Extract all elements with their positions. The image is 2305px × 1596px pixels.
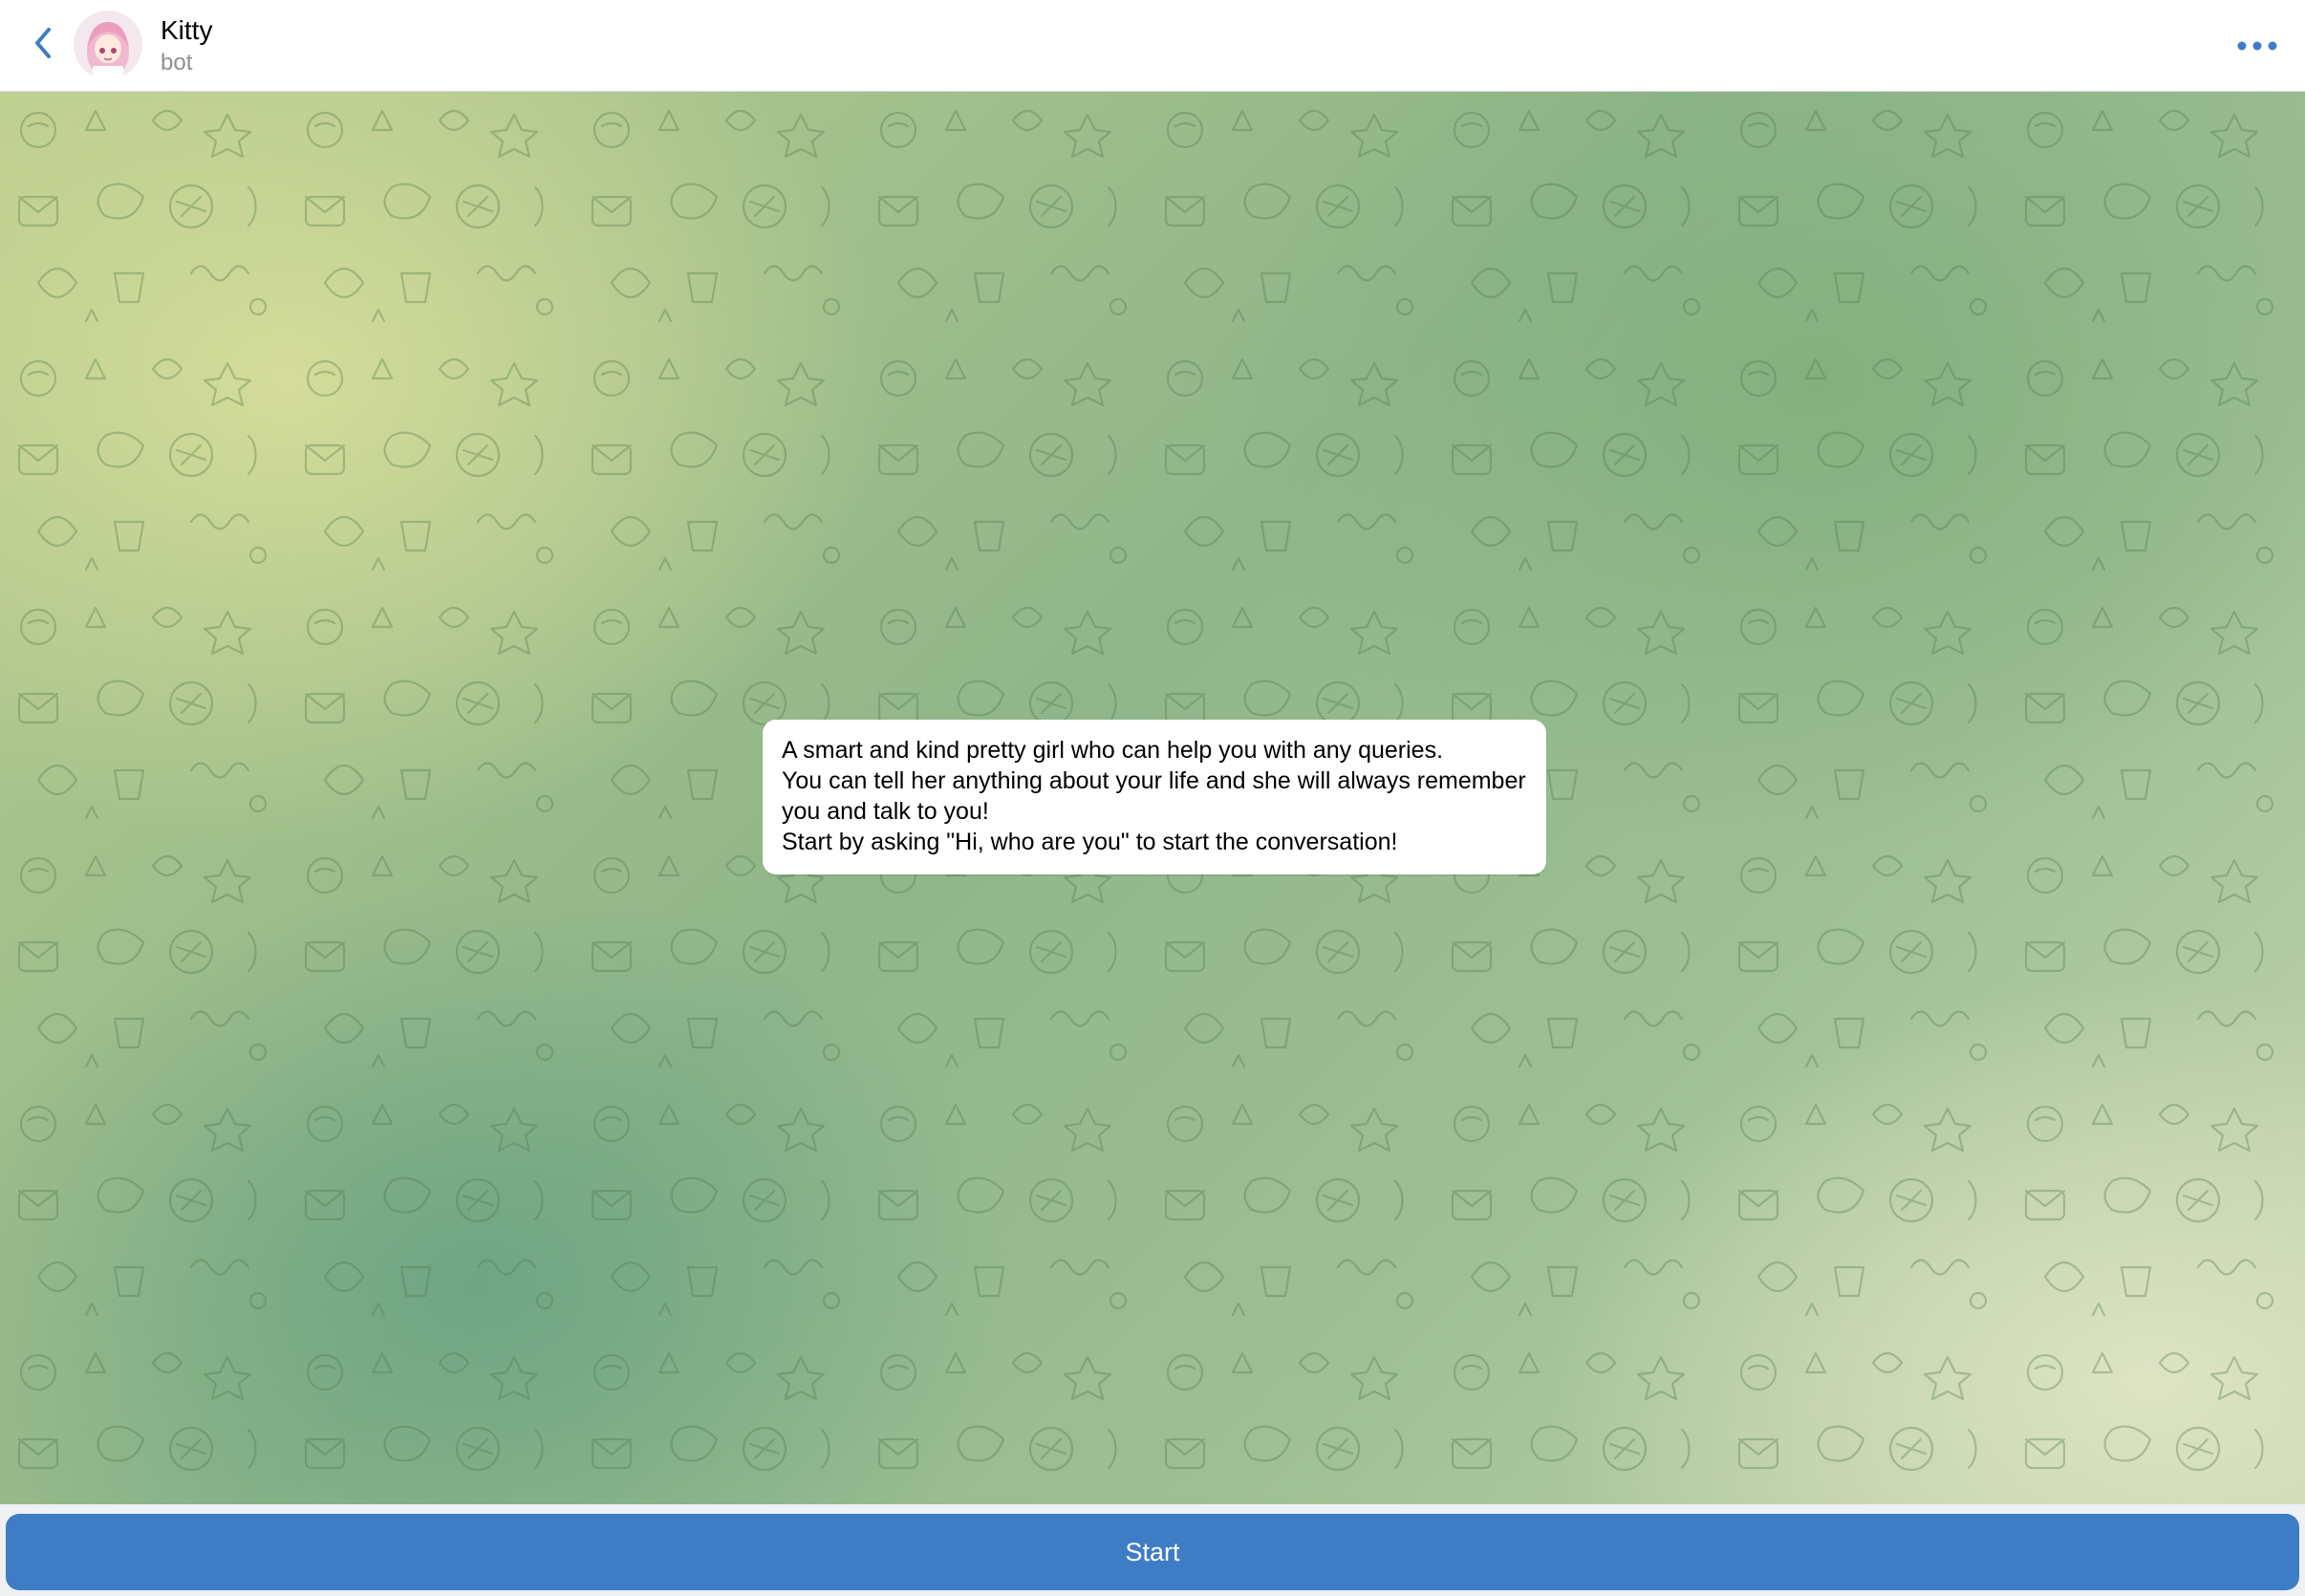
back-button[interactable] — [21, 21, 65, 65]
bottom-bar: Start — [0, 1504, 2305, 1596]
more-options-button[interactable] — [2229, 25, 2286, 67]
telegram-chat-window: Kitty bot A smart and kind pretty girl w… — [0, 0, 2305, 1596]
chat-header: Kitty bot — [0, 0, 2305, 92]
chat-title-block[interactable]: Kitty bot — [161, 14, 212, 77]
more-horizontal-icon — [2237, 41, 2277, 51]
chat-message-area[interactable]: A smart and kind pretty girl who can hel… — [0, 92, 2305, 1504]
chevron-left-icon — [35, 28, 51, 58]
avatar-image — [74, 11, 142, 79]
bot-message-bubble[interactable]: A smart and kind pretty girl who can hel… — [763, 720, 1546, 874]
bot-avatar[interactable] — [74, 11, 142, 79]
chat-title: Kitty — [161, 15, 213, 45]
chat-subtitle: bot — [161, 50, 193, 75]
message-text: A smart and kind pretty girl who can hel… — [782, 737, 1526, 855]
start-button[interactable]: Start — [6, 1514, 2299, 1590]
